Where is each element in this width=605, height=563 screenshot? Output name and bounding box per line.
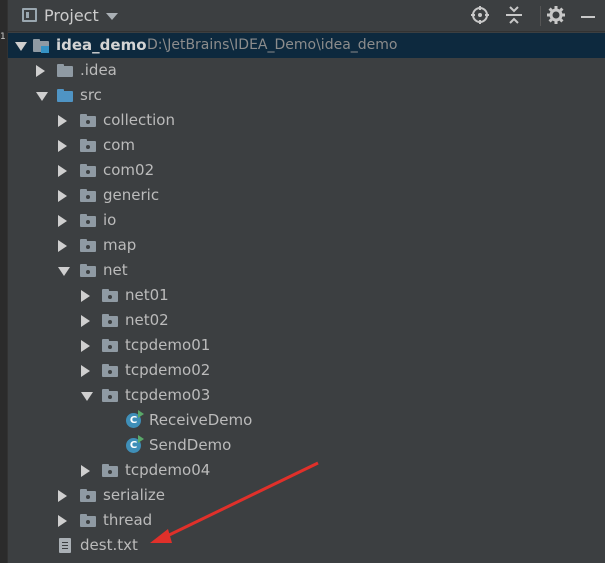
arrow-head xyxy=(150,529,172,543)
red-arrow-annotation xyxy=(150,461,319,543)
arrow-shaft xyxy=(164,461,319,539)
